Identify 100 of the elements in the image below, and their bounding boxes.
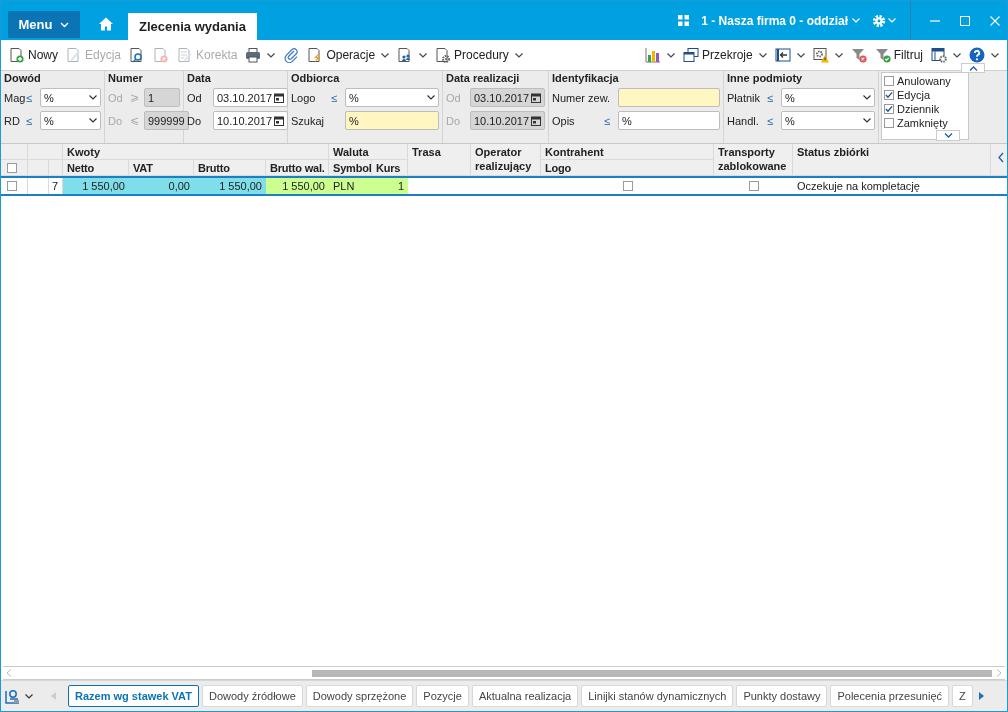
dropdown-field[interactable]: % (781, 88, 875, 107)
column-header[interactable]: Symbol (329, 160, 372, 176)
filter-label: Do (108, 114, 124, 127)
checkbox[interactable] (884, 104, 894, 114)
column-header[interactable]: Netto (63, 160, 129, 176)
column-header[interactable]: Brutto wal. (266, 160, 329, 176)
bottom-tab[interactable]: Z (952, 685, 973, 707)
chevron-left-icon[interactable] (998, 152, 1004, 163)
grid-icon[interactable] (678, 15, 690, 26)
active-tab[interactable]: Zlecenia wydania (128, 13, 257, 40)
dropdown-field[interactable]: % (781, 111, 875, 130)
menu-button[interactable]: Menu (8, 11, 80, 38)
column-header[interactable]: Brutto (194, 160, 266, 176)
chevron-down-icon (427, 95, 435, 100)
scroll-down-button[interactable] (936, 130, 960, 141)
caret-icon (834, 52, 843, 58)
horizontal-scrollbar[interactable] (3, 666, 1005, 680)
paperclip-icon (283, 47, 300, 63)
date-field[interactable]: 10.10.2017 (213, 111, 289, 130)
dropdown-field[interactable]: % (40, 111, 101, 130)
toolbar-button[interactable]: Nowy (5, 45, 62, 65)
text-field[interactable] (618, 88, 720, 107)
bottom-tab[interactable]: Polecenia przesunięć (830, 685, 950, 707)
filter-label: Handl. (727, 114, 760, 127)
caret-icon (381, 52, 390, 58)
dropdown-field[interactable]: % (345, 88, 439, 107)
bottom-tab[interactable]: Dowody sprzężone (305, 685, 414, 707)
bottom-tab[interactable]: Pozycje (416, 685, 469, 707)
chevron-down-icon (863, 95, 871, 100)
table-cell-text: Oczekuje na kompletację (796, 179, 921, 194)
filter-label: RD (4, 114, 21, 127)
arrow-box-icon (774, 47, 791, 63)
column-header[interactable]: Status zbiórki (793, 144, 991, 176)
operator-symbol[interactable]: ≤ (767, 91, 781, 104)
table-cell: 0,00 (129, 178, 194, 194)
toolbar-button[interactable]: Procedury (431, 45, 527, 65)
filter-label: Od (446, 91, 462, 104)
caret-icon (758, 52, 767, 58)
operator-symbol[interactable]: ≤ (26, 114, 40, 127)
date-field[interactable]: 03.10.2017 (213, 88, 289, 107)
operator-symbol[interactable]: ≤ (767, 114, 781, 127)
scroll-right-icon[interactable] (978, 692, 984, 700)
minimize-icon[interactable] (930, 19, 940, 22)
operator-symbol[interactable]: ≤ (331, 91, 345, 104)
filter-label: Szukaj (291, 114, 326, 127)
cell-checkbox[interactable] (748, 181, 759, 191)
filter-group-title: Data (187, 72, 212, 86)
operator-symbol[interactable]: ≤ (604, 114, 618, 127)
operator-symbol[interactable]: ≤ (26, 91, 40, 104)
filter-x-icon (850, 47, 867, 63)
cell-checkbox[interactable] (622, 181, 633, 191)
settings-icon[interactable] (872, 13, 886, 28)
toolbar-button[interactable]: Filtruj (870, 45, 927, 65)
caret-icon (419, 52, 428, 58)
home-icon[interactable] (98, 16, 114, 32)
calendar-icon (274, 92, 285, 103)
collapse-button[interactable] (961, 63, 985, 73)
column-header[interactable]: Logo (541, 160, 714, 176)
text-field[interactable]: % (345, 111, 439, 130)
bar-chart-icon (644, 47, 661, 63)
caret-icon (991, 52, 999, 58)
bottom-tab[interactable]: Aktualna realizacja (471, 685, 579, 707)
filter-label: Od (108, 91, 124, 104)
bottom-tab[interactable]: Razem wg stawek VAT (68, 685, 199, 707)
table-cell: 1 550,00 (63, 178, 129, 194)
checkbox[interactable] (884, 118, 894, 128)
chevron-down-icon (89, 95, 97, 100)
checkbox-label[interactable]: Anulowany (897, 75, 951, 87)
bottom-tab[interactable]: Dowody źródłowe (201, 685, 303, 707)
filter-label: Do (446, 114, 462, 127)
checkbox-label[interactable]: Dziennik (897, 103, 940, 115)
maximize-icon[interactable] (960, 15, 970, 26)
checkbox-label[interactable]: Zamknięty (897, 117, 948, 129)
caret-icon (852, 18, 860, 23)
column-header[interactable]: Operator realizujący (471, 144, 541, 176)
row-checkbox[interactable] (7, 181, 17, 191)
column-header[interactable]: Trasa (408, 144, 471, 176)
bottom-tab[interactable]: Punkty dostawy (736, 685, 828, 707)
scrollbar-thumb[interactable] (312, 669, 992, 677)
column-header[interactable]: VAT (129, 160, 194, 176)
select-all-checkbox[interactable] (7, 162, 17, 173)
search-save-icon[interactable] (5, 688, 21, 704)
text-field[interactable]: % (618, 111, 720, 130)
filter-check-icon (874, 47, 891, 63)
column-header[interactable]: Transporty zablokowane (714, 144, 793, 176)
toolbar-button[interactable]: Przekroje (678, 45, 771, 65)
checkbox-label[interactable]: Edycja (897, 89, 931, 101)
toolbar-button[interactable]: Operacje (303, 45, 394, 65)
chevron-down-icon (60, 21, 70, 28)
bottom-tab[interactable]: Linijki stanów dynamicznych (581, 685, 734, 707)
column-group-header: Waluta (329, 144, 408, 160)
dropdown-field[interactable]: % (40, 88, 101, 107)
chevron-right-icon[interactable] (996, 669, 1002, 677)
close-icon[interactable] (990, 15, 1000, 26)
chevron-down-icon (943, 133, 953, 138)
column-header[interactable]: Kurs (372, 160, 408, 176)
checkbox[interactable] (884, 76, 894, 86)
checkbox[interactable] (884, 90, 894, 100)
caret-icon (888, 18, 896, 23)
filter-label: Mag (4, 91, 26, 104)
